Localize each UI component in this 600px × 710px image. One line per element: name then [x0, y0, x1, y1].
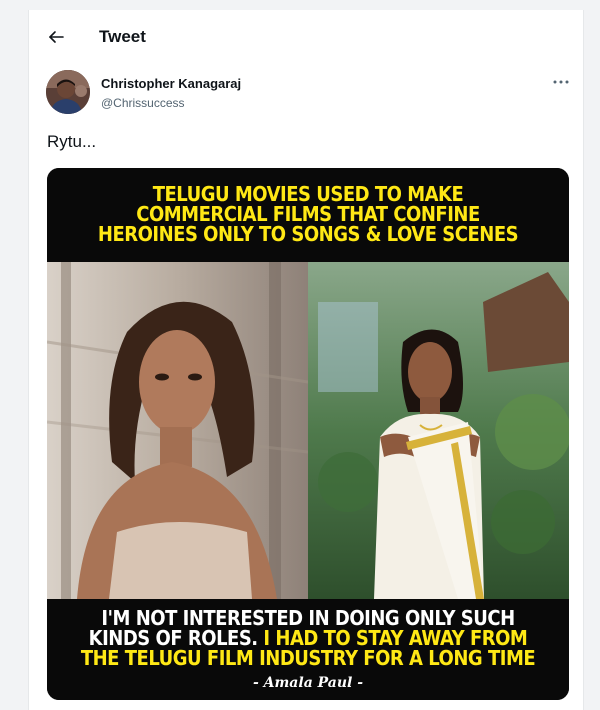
back-arrow-icon[interactable] [45, 26, 67, 48]
caption-bottom-line-3: THE TELUGU FILM INDUSTRY FOR A LONG TIME [80, 645, 536, 670]
quote-credit: - Amala Paul - [252, 674, 364, 691]
photo-right [308, 262, 569, 599]
tweet-header: Tweet [29, 10, 583, 62]
more-options-icon[interactable] [551, 76, 571, 88]
author-handle[interactable]: @Chrissuccess [101, 96, 185, 110]
tweet-media-image[interactable]: TELUGU MOVIES USED TO MAKE COMMERCIAL FI… [47, 168, 569, 700]
tweet-text: Rytu... [47, 132, 97, 151]
tweet-panel: Tweet Christopher Kanagaraj @Chrissucces… [28, 10, 584, 710]
caption-bottom: I'M NOT INTERESTED IN DOING ONLY SUCH KI… [47, 599, 569, 700]
photo-left [47, 262, 309, 599]
page-title: Tweet [99, 27, 146, 46]
avatar[interactable] [46, 70, 90, 114]
caption-top-line-3: HEROINES ONLY TO SONGS & LOVE SCENES [97, 222, 519, 247]
caption-top: TELUGU MOVIES USED TO MAKE COMMERCIAL FI… [47, 168, 569, 262]
author-name[interactable]: Christopher Kanagaraj [101, 76, 241, 91]
